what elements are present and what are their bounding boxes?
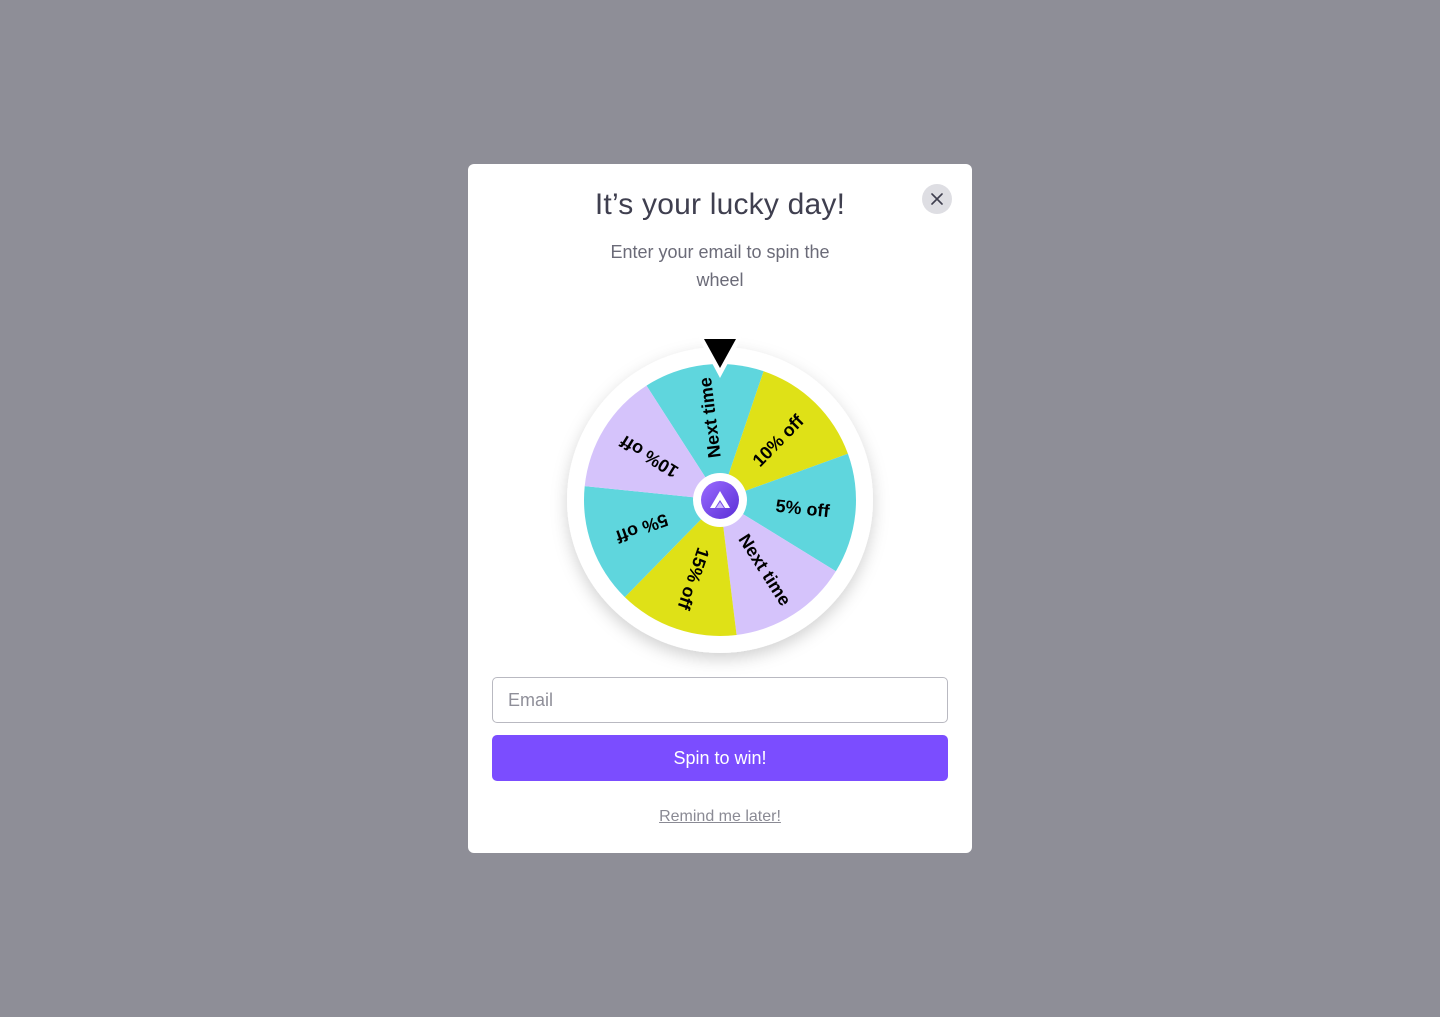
remind-later-link[interactable]: Remind me later! bbox=[468, 808, 972, 826]
close-button[interactable] bbox=[922, 184, 952, 214]
email-field[interactable] bbox=[492, 677, 948, 723]
spin-wheel-modal: It’s your lucky day! Enter your email to… bbox=[468, 164, 972, 853]
modal-subtitle: Enter your email to spin the wheel bbox=[610, 242, 830, 290]
modal-title: It’s your lucky day! bbox=[594, 188, 846, 221]
close-icon bbox=[931, 193, 943, 205]
spin-button[interactable]: Spin to win! bbox=[492, 735, 948, 781]
prize-wheel-graphic: Next time 10% off5% offNext time15% off5%… bbox=[567, 335, 873, 653]
prize-wheel[interactable]: Next time 10% off 5% off Next time 15% off 5%… bbox=[564, 330, 876, 660]
brand-logo-icon bbox=[701, 481, 739, 519]
